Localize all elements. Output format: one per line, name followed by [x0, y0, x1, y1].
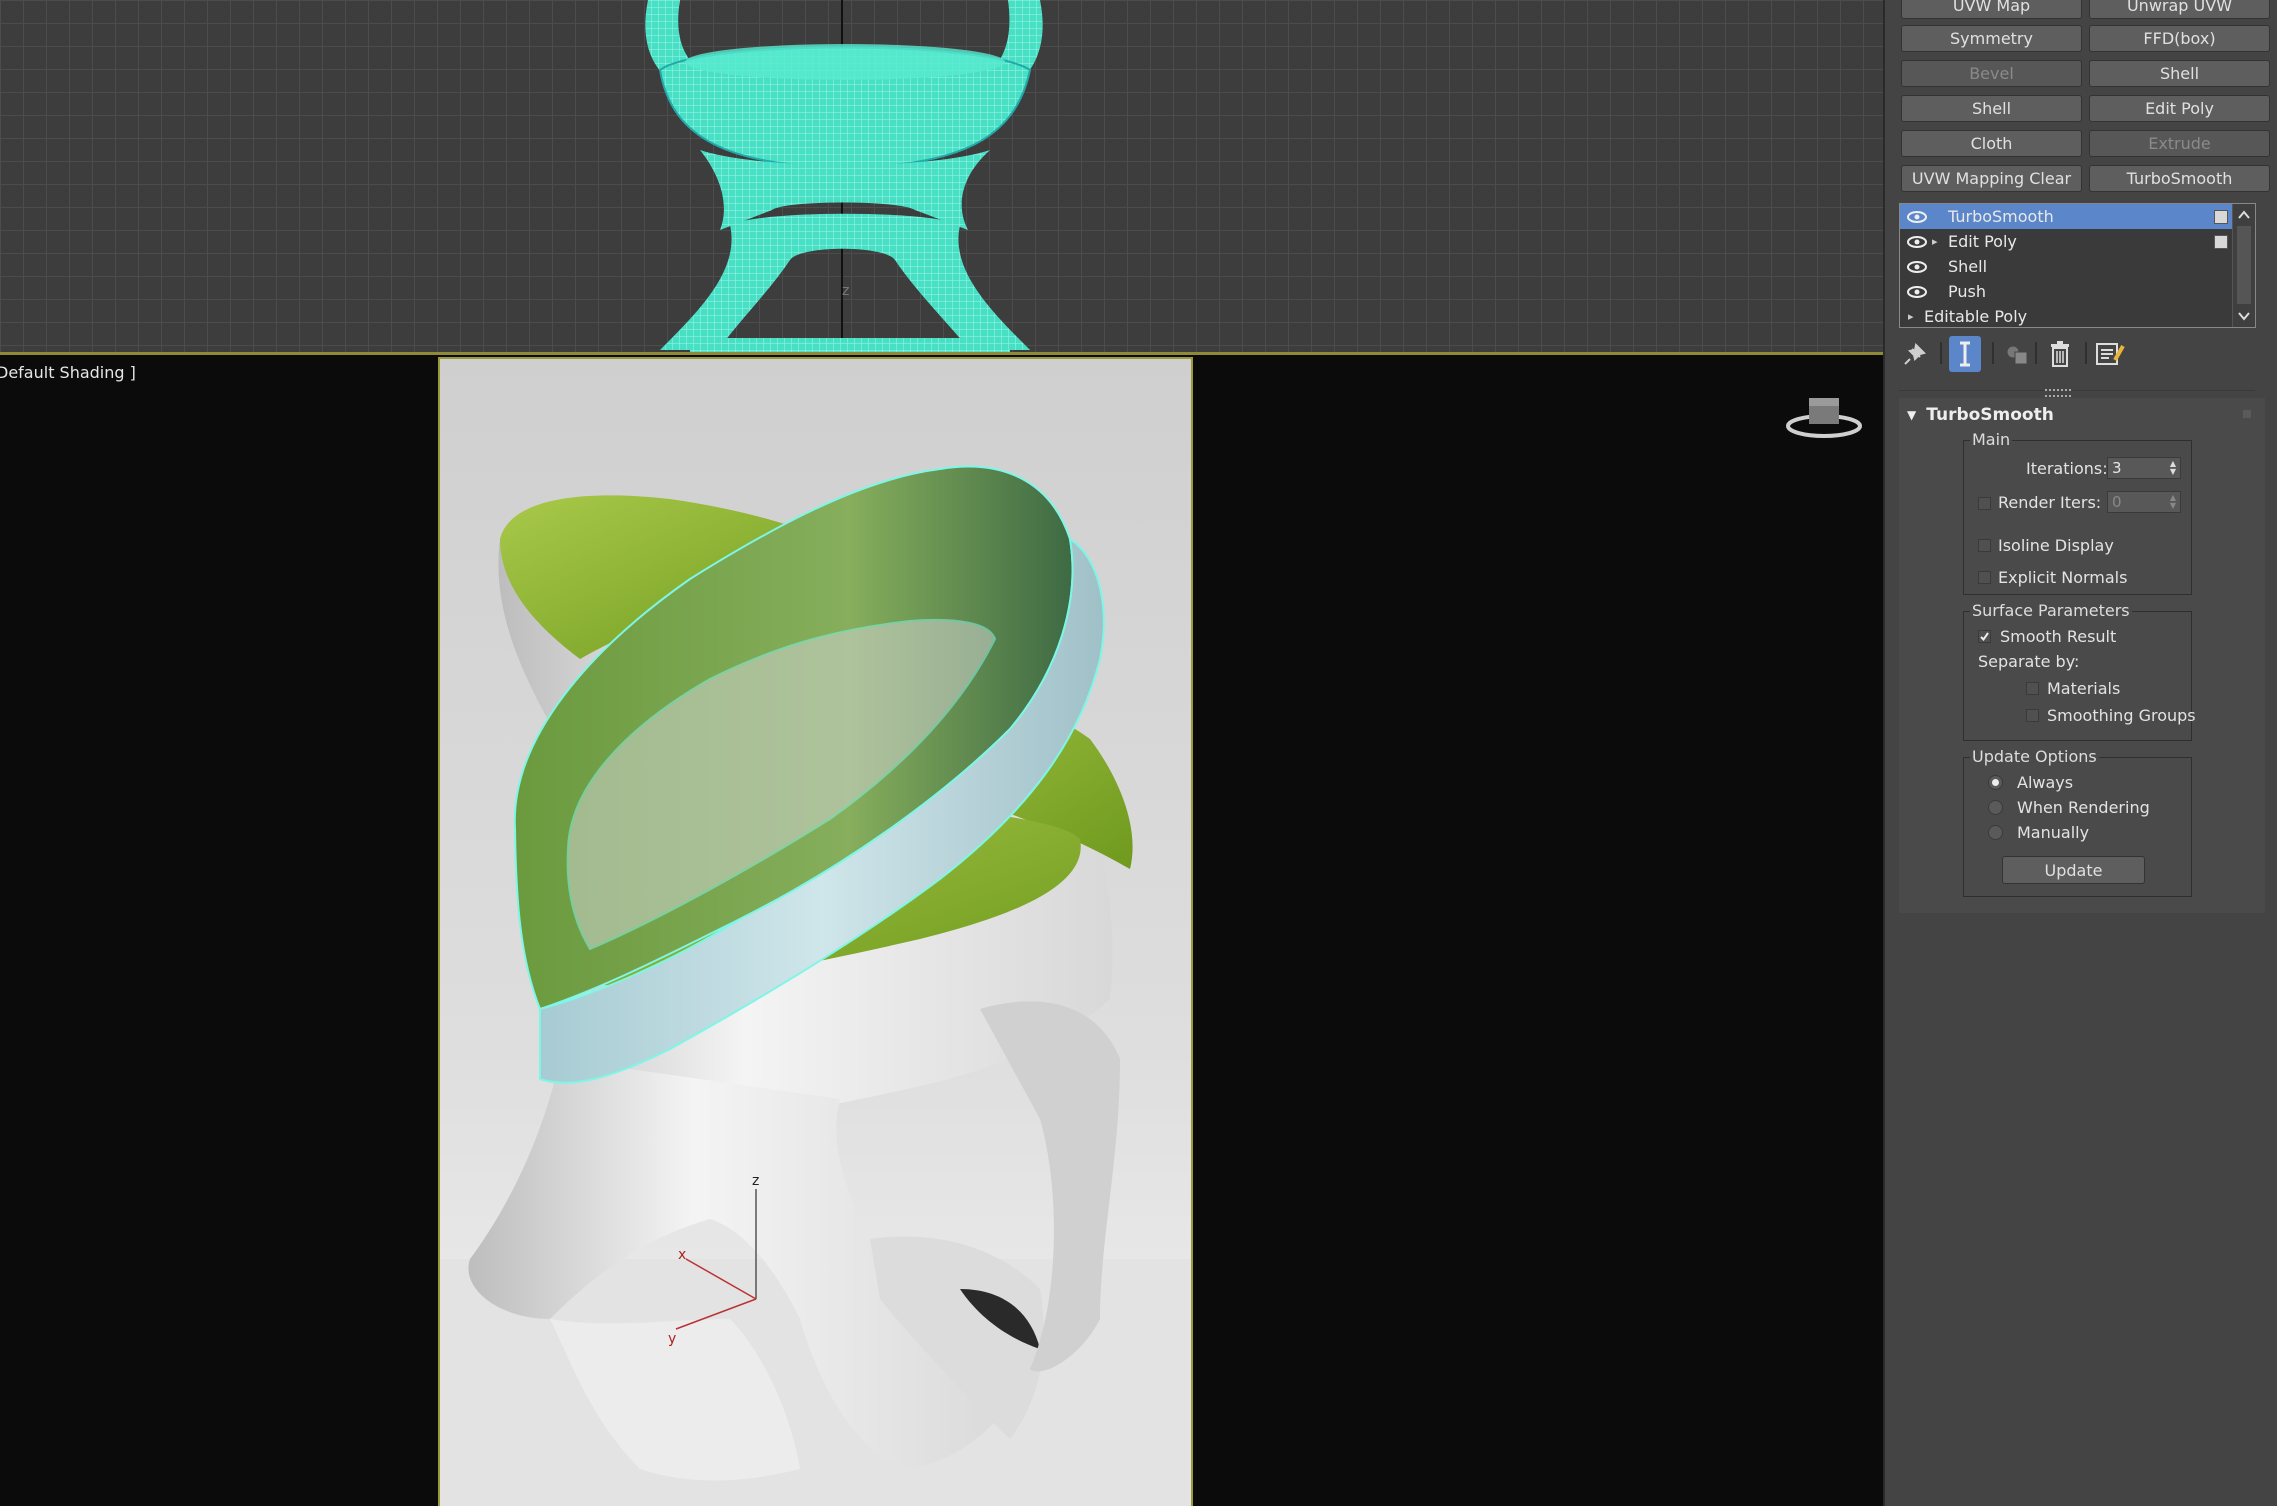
shell-button-right[interactable]: Shell [2089, 60, 2270, 87]
stack-item-push[interactable]: Push [1900, 279, 2234, 304]
surface-parameters-group: Surface Parameters Smooth Result Separat… [1963, 601, 2196, 741]
manually-radio[interactable] [1988, 825, 2003, 840]
smooth-result-label: Smooth Result [2000, 627, 2117, 646]
main-group-label: Main [1970, 430, 2013, 449]
isoline-display-label: Isoline Display [1998, 536, 2114, 555]
render-iters-value: 0 [2112, 493, 2122, 511]
turbosmooth-rollout: ▼ TurboSmooth Main Iterations: 3 ▲ ▼ Rend… [1899, 398, 2265, 913]
update-button[interactable]: Update [2002, 856, 2145, 884]
ffd-box-button[interactable]: FFD(box) [2089, 25, 2270, 52]
update-group-label: Update Options [1970, 747, 2099, 766]
when-rendering-label: When Rendering [2017, 798, 2150, 817]
chair-render: z x y [440, 359, 1191, 1506]
bevel-button[interactable]: Bevel [1901, 60, 2082, 87]
shell-button-left[interactable]: Shell [1901, 95, 2082, 122]
uvw-mapping-clear-button[interactable]: UVW Mapping Clear [1901, 165, 2082, 192]
always-label: Always [2017, 773, 2074, 792]
expand-arrow-icon[interactable]: ▸ [1908, 310, 1918, 323]
unwrap-uvw-button[interactable]: Unwrap UVW [2089, 0, 2270, 19]
modifier-stack[interactable]: TurboSmooth ▸ Edit Poly Shell Push ▸ Edi… [1899, 203, 2256, 328]
remove-modifier-icon[interactable] [2044, 336, 2076, 372]
render-iters-label: Render Iters: [1998, 493, 2102, 512]
turbosmooth-button[interactable]: TurboSmooth [2089, 165, 2270, 192]
surface-group-label: Surface Parameters [1970, 601, 2132, 620]
rollout-title: TurboSmooth [1926, 405, 2054, 425]
eye-icon[interactable] [1906, 235, 1928, 249]
explicit-normals-label: Explicit Normals [1998, 568, 2128, 587]
iterations-label: Iterations: [2026, 459, 2108, 478]
rollout-header[interactable]: ▼ TurboSmooth [1907, 405, 2054, 425]
spinner-arrows-icon[interactable]: ▲ ▼ [2170, 460, 2176, 476]
configure-modifier-sets-icon[interactable] [2094, 336, 2126, 372]
gizmo-y-label: y [668, 1331, 676, 1347]
stack-item-toggle[interactable] [2214, 234, 2228, 249]
stack-item-shell[interactable]: Shell [1900, 254, 2234, 279]
perspective-viewport[interactable]: Default Shading ] z x y [0, 355, 1883, 1506]
smoothing-groups-label: Smoothing Groups [2047, 706, 2196, 725]
spinner-arrows-icon[interactable]: ▲ ▼ [2170, 494, 2176, 510]
explicit-normals-checkbox[interactable] [1978, 571, 1991, 584]
symmetry-button[interactable]: Symmetry [1901, 25, 2082, 52]
uvw-map-button[interactable]: UVW Map [1901, 0, 2082, 19]
rollout-pin-icon[interactable] [2243, 410, 2251, 418]
scroll-down-icon [2238, 312, 2250, 321]
stack-scrollbar[interactable] [2232, 204, 2255, 327]
stack-item-label: Edit Poly [1948, 232, 2017, 251]
isoline-display-checkbox[interactable] [1978, 539, 1991, 552]
main-group: Main Iterations: 3 ▲ ▼ Render Iters: 0 ▲ ▼… [1963, 430, 2192, 595]
safe-frame: z x y [438, 357, 1193, 1506]
chair-wireframe: z [645, 0, 1043, 352]
front-viewport[interactable]: z [0, 0, 1883, 352]
make-unique-icon[interactable] [2001, 336, 2033, 372]
command-panel: UVW Map Unwrap UVW Symmetry FFD(box) Bev… [1883, 0, 2277, 1506]
materials-checkbox[interactable] [2026, 682, 2039, 695]
stack-item-label: TurboSmooth [1948, 207, 2054, 226]
stack-item-edit-poly[interactable]: ▸ Edit Poly [1900, 229, 2234, 254]
show-end-result-icon[interactable] [1949, 336, 1981, 372]
iterations-spinner[interactable]: 3 ▲ ▼ [2107, 457, 2181, 479]
always-radio[interactable] [1988, 775, 2003, 790]
update-options-group: Update Options Always When Rendering Man… [1963, 747, 2192, 897]
when-rendering-radio[interactable] [1988, 800, 2003, 815]
render-iters-spinner[interactable]: 0 ▲ ▼ [2107, 491, 2181, 513]
edit-poly-button[interactable]: Edit Poly [2089, 95, 2270, 122]
manually-label: Manually [2017, 823, 2090, 842]
render-iters-checkbox[interactable] [1978, 497, 1991, 510]
stack-item-label: Shell [1948, 257, 1988, 276]
expand-arrow-icon[interactable]: ▸ [1932, 235, 1942, 248]
checkmark-icon [1980, 632, 1989, 642]
stack-item-label: Editable Poly [1924, 307, 2028, 326]
eye-icon[interactable] [1906, 260, 1928, 274]
smooth-result-checkbox[interactable] [1978, 630, 1991, 643]
gizmo-z-label: z [752, 1173, 759, 1189]
collapse-arrow-icon[interactable]: ▼ [1907, 408, 1916, 422]
viewport-shading-label[interactable]: Default Shading ] [0, 363, 136, 382]
pin-stack-icon[interactable] [1899, 336, 1931, 372]
extrude-button[interactable]: Extrude [2089, 130, 2270, 157]
materials-label: Materials [2047, 679, 2121, 698]
eye-icon[interactable] [1906, 285, 1928, 299]
stack-item-toggle[interactable] [2214, 209, 2228, 224]
viewcube-icon[interactable] [1785, 390, 1863, 440]
axis-label: z [842, 283, 849, 299]
smoothing-groups-checkbox[interactable] [2026, 709, 2039, 722]
panel-splitter[interactable] [2045, 389, 2071, 397]
stack-item-turbosmooth[interactable]: TurboSmooth [1900, 204, 2234, 229]
eye-icon[interactable] [1906, 210, 1928, 224]
stack-item-editable-poly[interactable]: ▸ Editable Poly [1900, 304, 2234, 329]
iterations-value: 3 [2112, 459, 2122, 477]
scroll-up-icon [2238, 210, 2250, 219]
gizmo-x-label: x [678, 1247, 686, 1263]
cloth-button[interactable]: Cloth [1901, 130, 2082, 157]
stack-item-label: Push [1948, 282, 1986, 301]
separate-by-label: Separate by: [1978, 652, 2080, 671]
